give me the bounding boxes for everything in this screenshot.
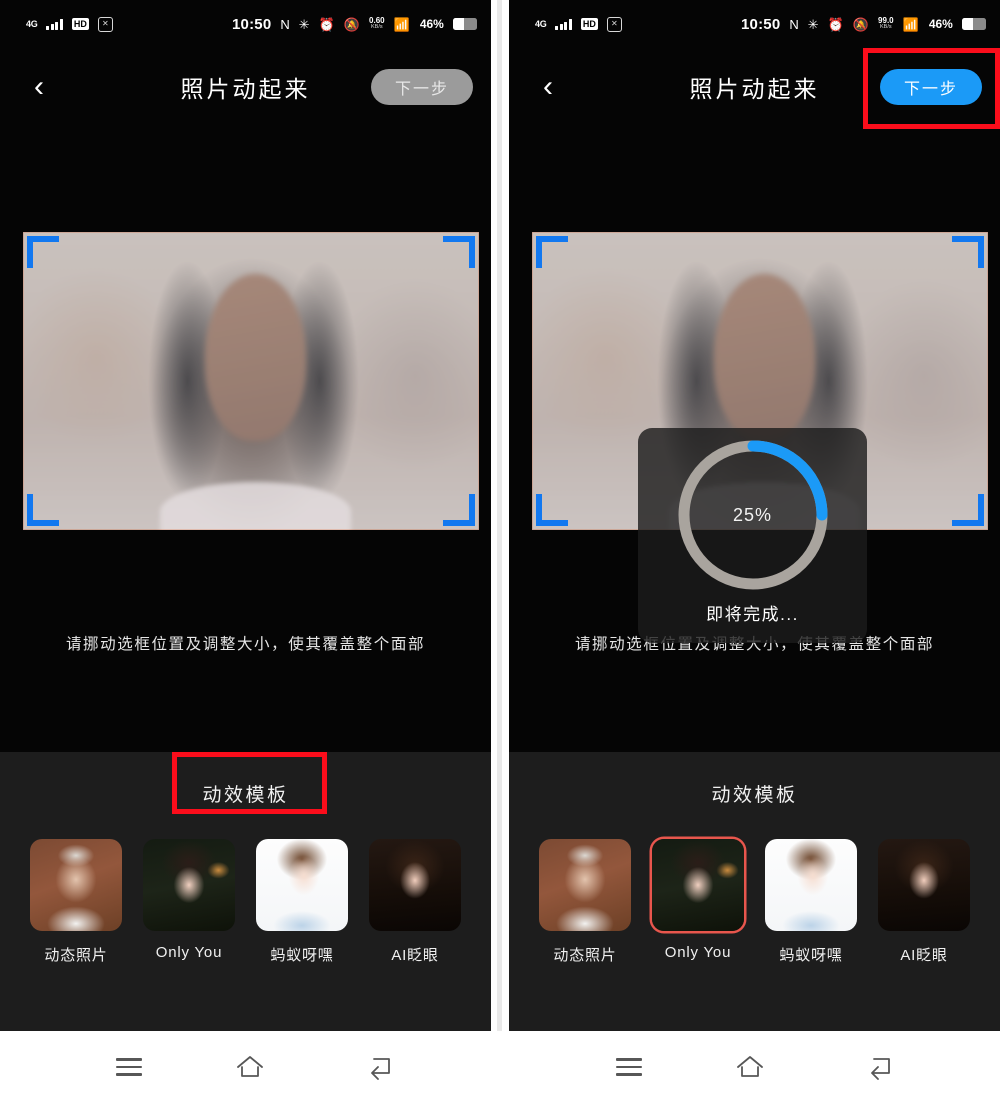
thumb-brown-hair-woman[interactable]: [878, 839, 970, 931]
template-item[interactable]: 动态照片: [539, 839, 631, 965]
processing-overlay: 25% 即将完成...: [638, 428, 867, 643]
nfc-icon: N: [789, 16, 799, 32]
thumb-short-hair-woman[interactable]: [652, 839, 744, 931]
menu-icon[interactable]: [606, 1047, 652, 1087]
hd-badge: HD: [71, 18, 89, 30]
panel-divider-line: [497, 0, 502, 1031]
clock-label: 10:50: [232, 15, 272, 33]
thumb-elderly-woman[interactable]: [539, 839, 631, 931]
battery-percent-label: 46%: [419, 17, 444, 31]
nav-group-left: [0, 1031, 500, 1105]
clock-label: 10:50: [741, 15, 781, 33]
crop-handle-bottom-right[interactable]: [952, 494, 984, 526]
menu-icon[interactable]: [106, 1047, 152, 1087]
signal-bars-icon: [46, 18, 63, 30]
wifi-icon: 📶: [902, 16, 919, 32]
template-label: 动态照片: [553, 947, 617, 964]
template-item[interactable]: Only You: [143, 839, 235, 965]
progress-ring: 25%: [672, 434, 834, 596]
thumb-short-hair-woman[interactable]: [143, 839, 235, 931]
thumb-blue-shirt-woman[interactable]: [256, 839, 348, 931]
no-sim-icon: ✕: [606, 16, 622, 32]
home-glyph: [237, 1056, 263, 1077]
battery-icon: [452, 18, 477, 30]
wifi-icon: 📶: [393, 16, 410, 32]
processing-status-text: 即将完成...: [706, 605, 799, 624]
screenshot-stage: 4G HD ✕ 10:50 N ✳ ⏰ 🔕 0.60 KB/s 📶 46% ‹ …: [0, 0, 1000, 1105]
status-bar-right: 4G HD ✕ 10:50 N ✳ ⏰ 🔕 99.0 KB/s 📶 46%: [509, 0, 1000, 48]
template-label: 动态照片: [44, 947, 108, 964]
status-bar-left: 4G HD ✕ 10:50 N ✳ ⏰ 🔕 0.60 KB/s 📶 46%: [0, 0, 491, 48]
progress-percent-label: 25%: [732, 504, 773, 525]
network-type-label: 4G: [26, 19, 38, 29]
photo-crop-area[interactable]: [23, 232, 479, 530]
crop-handle-top-right[interactable]: [952, 236, 984, 268]
nav-group-right: [500, 1031, 1000, 1105]
phone-screen-left: 4G HD ✕ 10:50 N ✳ ⏰ 🔕 0.60 KB/s 📶 46% ‹ …: [0, 0, 491, 1031]
template-header-highlight: [172, 752, 327, 814]
data-rate-unit: KB/s: [880, 24, 892, 31]
template-panel-right: 动效模板 动态照片 Only You 蚂蚁呀嘿 AI眨眼: [509, 752, 1000, 1031]
app-header-left: ‹ 照片动起来 下一步: [0, 48, 491, 126]
status-bar-right-group: 10:50 N ✳ ⏰ 🔕 99.0 KB/s 📶 46%: [741, 16, 986, 33]
crop-handle-bottom-left[interactable]: [27, 494, 59, 526]
signal-bars-icon: [555, 18, 572, 30]
crop-handle-top-left[interactable]: [536, 236, 568, 268]
status-bar-right-group: 10:50 N ✳ ⏰ 🔕 0.60 KB/s 📶 46%: [232, 16, 477, 33]
template-item[interactable]: 蚂蚁呀嘿: [765, 839, 857, 965]
back-glyph: [371, 1058, 390, 1080]
battery-icon: [961, 18, 986, 30]
network-type-label: 4G: [535, 19, 547, 29]
data-rate-unit: KB/s: [371, 24, 383, 31]
phone-screen-right: 4G HD ✕ 10:50 N ✳ ⏰ 🔕 99.0 KB/s 📶 46% ‹ …: [509, 0, 1000, 1031]
crop-frame[interactable]: [23, 232, 479, 530]
template-label: AI眨眼: [900, 947, 948, 964]
template-label: 蚂蚁呀嘿: [270, 947, 334, 964]
template-item[interactable]: AI眨眼: [878, 839, 970, 965]
no-sim-icon: ✕: [97, 16, 113, 32]
bell-muted-icon: 🔕: [343, 16, 361, 32]
template-item[interactable]: 蚂蚁呀嘿: [256, 839, 348, 965]
thumb-elderly-woman[interactable]: [30, 839, 122, 931]
crop-handle-bottom-right[interactable]: [443, 494, 475, 526]
home-glyph: [737, 1056, 763, 1077]
crop-handle-top-right[interactable]: [443, 236, 475, 268]
data-rate-indicator: 0.60 KB/s: [369, 17, 385, 31]
android-nav-bar: [0, 1031, 1000, 1105]
alarm-icon: ⏰: [827, 16, 844, 32]
data-rate-indicator: 99.0 KB/s: [878, 17, 894, 31]
bell-muted-icon: 🔕: [852, 16, 870, 32]
bluetooth-icon: ✳: [807, 16, 819, 32]
nfc-icon: N: [280, 16, 290, 32]
battery-percent-label: 46%: [928, 17, 953, 31]
back-arrow-icon[interactable]: [857, 1047, 903, 1087]
bluetooth-icon: ✳: [298, 16, 310, 32]
template-section-title: 动效模板: [711, 785, 798, 806]
template-item-selected[interactable]: Only You: [652, 839, 744, 965]
template-label: AI眨眼: [391, 947, 439, 964]
template-label: 蚂蚁呀嘿: [779, 947, 843, 964]
template-label: Only You: [155, 944, 223, 961]
next-button[interactable]: 下一步: [371, 69, 473, 105]
crop-handle-bottom-left[interactable]: [536, 494, 568, 526]
back-glyph: [871, 1058, 890, 1080]
template-item[interactable]: AI眨眼: [369, 839, 461, 965]
home-icon[interactable]: [227, 1047, 273, 1087]
template-item[interactable]: 动态照片: [30, 839, 122, 965]
template-list: 动态照片 Only You 蚂蚁呀嘿 AI眨眼: [509, 839, 1000, 965]
status-bar-left-group: 4G HD ✕: [26, 16, 113, 32]
thumb-brown-hair-woman[interactable]: [369, 839, 461, 931]
next-button-highlight: [863, 48, 1000, 129]
back-arrow-icon[interactable]: [357, 1047, 403, 1087]
crop-hint-text: 请挪动选框位置及调整大小，使其覆盖整个面部: [65, 636, 426, 653]
thumb-blue-shirt-woman[interactable]: [765, 839, 857, 931]
alarm-icon: ⏰: [318, 16, 335, 32]
template-label: Only You: [664, 944, 732, 961]
crop-handle-top-left[interactable]: [27, 236, 59, 268]
template-list: 动态照片 Only You 蚂蚁呀嘿 AI眨眼: [0, 839, 491, 965]
home-icon[interactable]: [727, 1047, 773, 1087]
status-bar-left-group: 4G HD ✕: [535, 16, 622, 32]
hd-badge: HD: [580, 18, 598, 30]
